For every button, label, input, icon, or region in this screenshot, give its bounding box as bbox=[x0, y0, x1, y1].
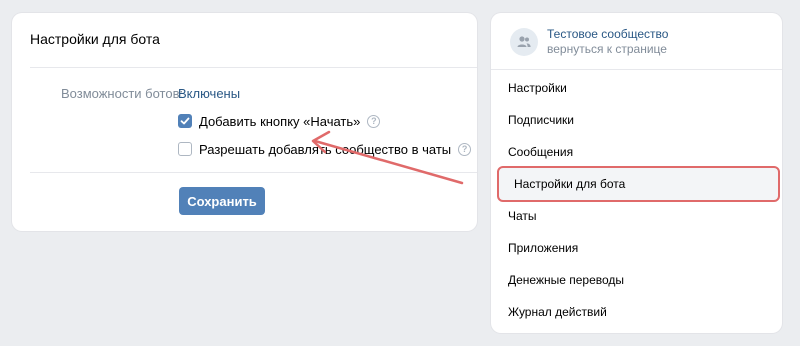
save-button[interactable]: Сохранить bbox=[179, 187, 265, 215]
sidebar-item-messages[interactable]: Сообщения bbox=[508, 145, 573, 159]
sidebar-item-subscribers[interactable]: Подписчики bbox=[508, 113, 574, 127]
help-icon[interactable]: ? bbox=[458, 142, 472, 156]
bots-capabilities-label: Возможности ботов: bbox=[61, 86, 184, 101]
community-name[interactable]: Тестовое сообщество bbox=[547, 27, 668, 42]
sidebar-card: Тестовое сообщество вернуться к странице… bbox=[491, 13, 782, 333]
start-button-option[interactable]: Добавить кнопку «Начать» ? bbox=[178, 112, 381, 130]
sidebar-item-bot-settings[interactable]: Настройки для бота bbox=[514, 177, 625, 191]
allow-chats-label[interactable]: Разрешать добавлять сообщество в чаты bbox=[199, 142, 451, 157]
check-icon bbox=[180, 117, 190, 125]
start-button-checkbox[interactable] bbox=[178, 114, 192, 128]
start-button-label[interactable]: Добавить кнопку «Начать» bbox=[199, 114, 360, 129]
divider bbox=[30, 172, 477, 173]
sidebar-item-chats[interactable]: Чаты bbox=[508, 209, 537, 223]
allow-chats-option[interactable]: Разрешать добавлять сообщество в чаты ? bbox=[178, 140, 472, 158]
help-icon[interactable]: ? bbox=[367, 114, 381, 128]
bot-settings-card: Настройки для бота Возможности ботов: Вк… bbox=[12, 13, 477, 231]
community-header[interactable]: Тестовое сообщество вернуться к странице bbox=[510, 27, 668, 57]
sidebar-item-action-log[interactable]: Журнал действий bbox=[508, 305, 607, 319]
community-icon bbox=[517, 36, 531, 47]
divider bbox=[30, 67, 477, 68]
avatar[interactable] bbox=[510, 28, 538, 56]
sidebar-item-money-transfers[interactable]: Денежные переводы bbox=[508, 273, 624, 287]
sidebar-item-settings[interactable]: Настройки bbox=[508, 81, 567, 95]
bots-capabilities-value[interactable]: Включены bbox=[178, 86, 240, 101]
back-to-page-link[interactable]: вернуться к странице bbox=[547, 42, 668, 57]
divider bbox=[491, 69, 782, 70]
allow-chats-checkbox[interactable] bbox=[178, 142, 192, 156]
page-title: Настройки для бота bbox=[30, 31, 160, 47]
sidebar-item-apps[interactable]: Приложения bbox=[508, 241, 578, 255]
